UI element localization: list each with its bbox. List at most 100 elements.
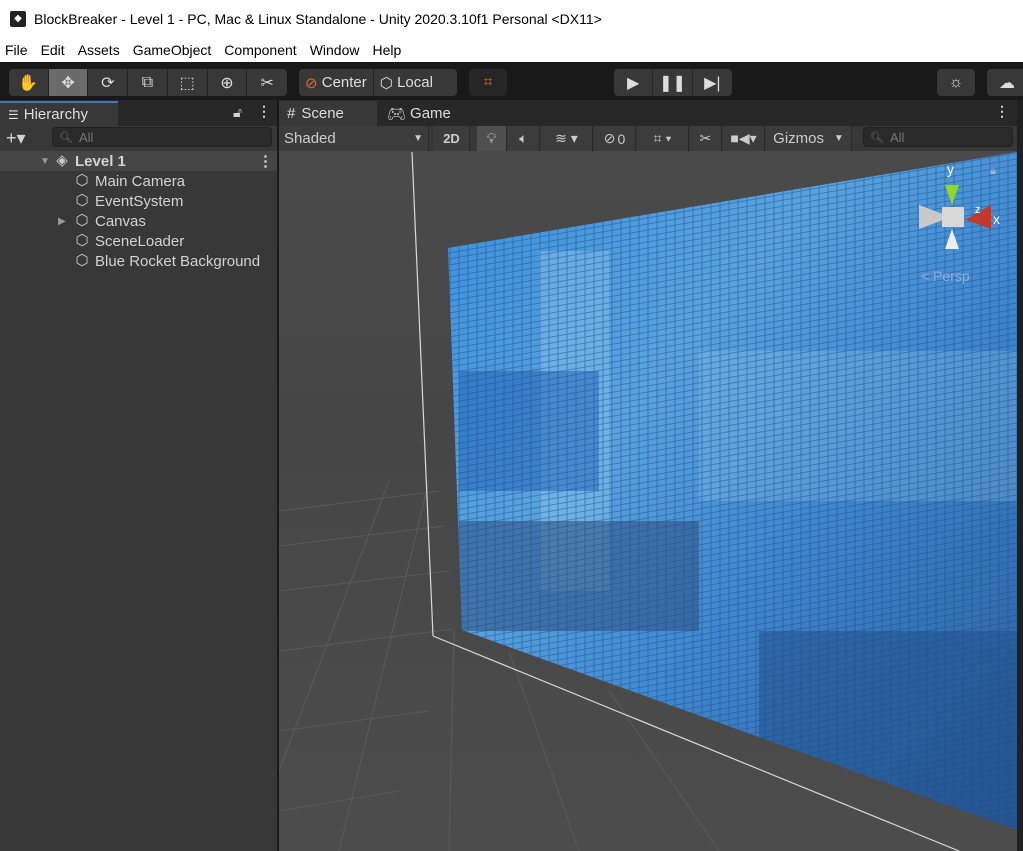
gizmo-lock-icon[interactable]: 🔒︎ bbox=[990, 165, 996, 178]
item-label: Canvas bbox=[95, 212, 146, 230]
scene-menu-icon[interactable]: ⋮ bbox=[258, 152, 273, 170]
title-bar: ◆ BlockBreaker - Level 1 - PC, Mac & Lin… bbox=[0, 0, 1023, 38]
transform-tool-button[interactable]: ⊕ bbox=[208, 69, 248, 96]
search-placeholder: All bbox=[889, 129, 905, 145]
menu-file[interactable]: File bbox=[5, 42, 28, 58]
grid-dropdown[interactable]: ⌗ ▾ bbox=[637, 126, 689, 151]
hidden-count: 0 bbox=[617, 130, 626, 147]
hidden-objects-toggle[interactable]: ⊘ 0 bbox=[594, 126, 636, 151]
cloud-icon: ☁ bbox=[999, 74, 1015, 92]
gamepad-icon: 🎮︎ bbox=[387, 105, 407, 123]
list-item[interactable]: ▶ ⬡ Canvas bbox=[0, 211, 277, 231]
menu-bar: File Edit Assets GameObject Component Wi… bbox=[0, 38, 1023, 62]
tool-group: ✋ ✥ ⟳ ⧉ ⬚ ⊕ ✂ bbox=[9, 69, 287, 96]
scene-render bbox=[279, 151, 1017, 851]
gameobject-cube-icon: ⬡ bbox=[75, 212, 89, 229]
effects-icon: ≋ ▾ bbox=[555, 130, 578, 146]
gizmos-label: Gizmos bbox=[773, 130, 825, 147]
grid-snap-button[interactable]: ⌗ bbox=[469, 69, 507, 96]
gameobject-cube-icon: ⬡ bbox=[75, 232, 89, 249]
snap-group: ⌗ bbox=[469, 69, 507, 96]
audio-toggle[interactable]: 🔈︎ bbox=[508, 126, 540, 151]
tools-icon: ✂ bbox=[699, 130, 712, 146]
lighting-toggle[interactable]: 💡︎ bbox=[477, 126, 507, 151]
list-item[interactable]: ⬡ Blue Rocket Background bbox=[0, 251, 277, 271]
move-tool-button[interactable]: ✥ bbox=[48, 69, 89, 96]
hand-tool-button[interactable]: ✋ bbox=[9, 69, 49, 96]
search-icon: 🔍︎ bbox=[59, 131, 73, 144]
search-icon: 🔍︎ bbox=[870, 131, 884, 144]
menu-window[interactable]: Window bbox=[310, 42, 360, 58]
sun-icon: ☼ bbox=[948, 73, 964, 91]
camera-icon: ■◀▾ bbox=[730, 130, 757, 146]
hand-icon: ✋ bbox=[18, 74, 39, 92]
pivot-center-button[interactable]: ⊘ Center bbox=[299, 69, 374, 96]
scene-tab-label: Scene bbox=[301, 105, 344, 122]
menu-gameobject[interactable]: GameObject bbox=[133, 42, 212, 58]
panel-edge bbox=[1017, 100, 1023, 851]
collab-button[interactable]: ☼ bbox=[937, 69, 975, 96]
item-label: Main Camera bbox=[95, 172, 186, 190]
window-title: BlockBreaker - Level 1 - PC, Mac & Linux… bbox=[34, 11, 602, 27]
gameobject-cube-icon: ⬡ bbox=[75, 172, 89, 189]
expand-arrow-icon[interactable]: ▼ bbox=[40, 156, 54, 167]
scene-search-input[interactable]: 🔍︎ All bbox=[863, 127, 1013, 147]
more-options-icon[interactable]: ⋮ bbox=[995, 103, 1009, 120]
lock-icon[interactable]: 🔓︎ bbox=[233, 104, 242, 121]
scene-row[interactable]: ▼ ◈ Level 1 ⋮ bbox=[0, 151, 277, 171]
pivot-space-button[interactable]: ⬡ Local bbox=[374, 69, 439, 96]
unity-scene-icon: ◈ bbox=[56, 152, 68, 169]
menu-component[interactable]: Component bbox=[224, 42, 296, 58]
lightbulb-icon: 💡︎ bbox=[486, 130, 497, 146]
gizmos-dropdown[interactable]: Gizmos ▼ bbox=[766, 126, 852, 151]
2d-toggle[interactable]: 2D bbox=[434, 126, 470, 151]
eye-hidden-icon: ⊘ bbox=[603, 130, 616, 146]
tab-hierarchy[interactable]: ☰ Hierarchy bbox=[0, 101, 118, 126]
list-item[interactable]: ⬡ Main Camera bbox=[0, 171, 277, 191]
hierarchy-tabbar: ☰ Hierarchy 🔓︎ ⋮ bbox=[0, 100, 277, 126]
menu-assets[interactable]: Assets bbox=[78, 42, 120, 58]
search-placeholder: All bbox=[78, 129, 94, 145]
game-tab-label: Game bbox=[410, 105, 451, 122]
create-button[interactable]: +▾ bbox=[6, 128, 26, 149]
shading-mode-dropdown[interactable]: Shaded ▼ bbox=[279, 126, 429, 151]
grid-icon: ⌗ ▾ bbox=[653, 130, 672, 146]
pivot-label: Center bbox=[321, 74, 367, 91]
play-controls: ▶ ❚❚ ▶| bbox=[614, 69, 732, 96]
transform-icon: ⊕ bbox=[220, 74, 234, 92]
rect-tool-button[interactable]: ⬚ bbox=[168, 69, 208, 96]
orientation-gizmo[interactable]: y x z < Persp bbox=[909, 161, 1000, 284]
scale-tool-button[interactable]: ⧉ bbox=[128, 69, 168, 96]
rotate-tool-button[interactable]: ⟳ bbox=[88, 69, 129, 96]
list-item[interactable]: ⬡ SceneLoader bbox=[0, 231, 277, 251]
shading-label: Shaded bbox=[284, 130, 336, 147]
grid-snap-icon: ⌗ bbox=[483, 73, 493, 91]
pause-button[interactable]: ❚❚ bbox=[653, 69, 693, 96]
menu-help[interactable]: Help bbox=[372, 42, 401, 58]
main-toolbar: ✋ ✥ ⟳ ⧉ ⬚ ⊕ ✂ ⊘ Center ⬡ Local ⌗ ▶ ❚❚ ▶|… bbox=[0, 62, 1023, 100]
cloud-button[interactable]: ☁ bbox=[987, 69, 1023, 96]
projection-toggle[interactable]: < Persp bbox=[921, 268, 970, 284]
list-icon: ☰ bbox=[8, 107, 19, 122]
z-axis-label: z bbox=[975, 204, 981, 216]
item-label: SceneLoader bbox=[95, 232, 185, 250]
camera-dropdown[interactable]: ■◀▾ bbox=[723, 126, 765, 151]
hierarchy-panel: ☰ Hierarchy 🔓︎ ⋮ +▾ 🔍︎ All ▼ ◈ Level 1 ⋮ ⬡… bbox=[0, 100, 277, 851]
more-options-icon[interactable]: ⋮ bbox=[257, 103, 271, 120]
custom-tool-button[interactable]: ✂ bbox=[247, 69, 287, 96]
tab-game[interactable]: 🎮︎ Game bbox=[379, 101, 469, 126]
expand-arrow-icon[interactable]: ▶ bbox=[58, 216, 74, 227]
list-item[interactable]: ⬡ EventSystem bbox=[0, 191, 277, 211]
tab-scene[interactable]: # Scene bbox=[279, 101, 377, 126]
hierarchy-search-input[interactable]: 🔍︎ All bbox=[52, 127, 272, 147]
pivot-group: ⊘ Center ⬡ Local bbox=[299, 69, 457, 96]
scene-tabbar: # Scene 🎮︎ Game ⋮ bbox=[279, 100, 1017, 126]
scene-viewport[interactable]: y x z < Persp 🔒︎ bbox=[279, 151, 1017, 851]
local-cube-icon: ⬡ bbox=[379, 74, 393, 92]
scene-panel: # Scene 🎮︎ Game ⋮ Shaded ▼ 2D 💡︎ 🔈︎ ≋ ▾ ⊘ 0 … bbox=[279, 100, 1017, 851]
play-button[interactable]: ▶ bbox=[614, 69, 654, 96]
menu-edit[interactable]: Edit bbox=[41, 42, 65, 58]
step-button[interactable]: ▶| bbox=[693, 69, 732, 96]
tools-button[interactable]: ✂ bbox=[690, 126, 722, 151]
effects-dropdown[interactable]: ≋ ▾ bbox=[541, 126, 593, 151]
